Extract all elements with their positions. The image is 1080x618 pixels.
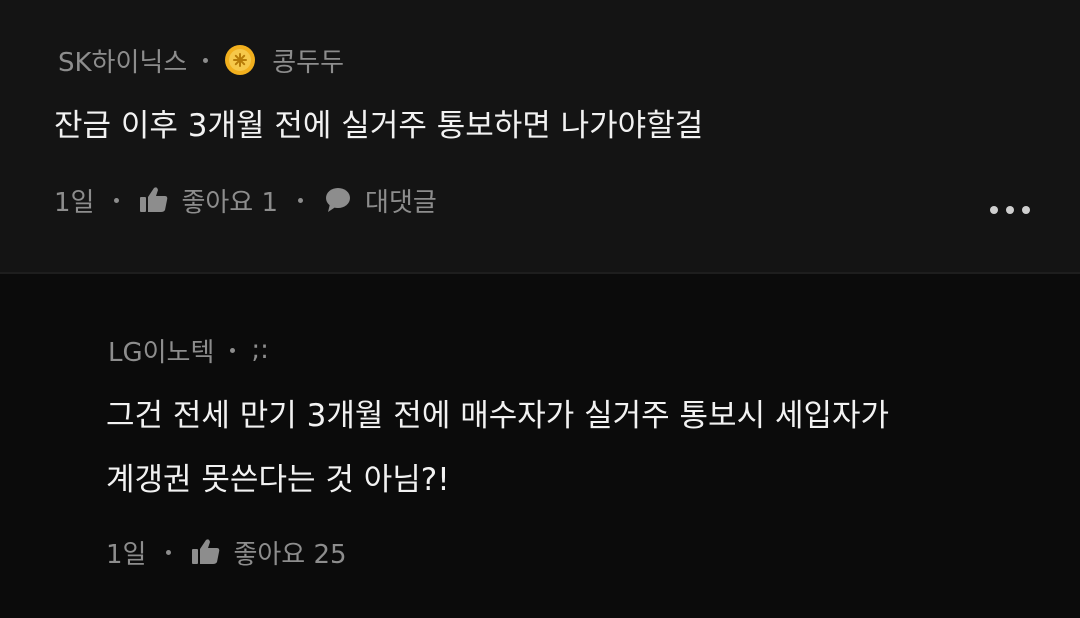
reply-body-line-1: 그건 전세 만기 3개월 전에 매수자가 실거주 통보시 세입자가 [106,398,890,434]
like-count[interactable]: 좋아요 25 [233,534,346,571]
company-name: SK하이닉스 [58,47,188,78]
reply-body-line-2: 계갱권 못쓴다는 것 아님?! [106,462,450,498]
separator-dot [298,197,304,203]
reply-icon[interactable] [323,186,353,214]
separator-dot [114,197,120,203]
comment-card: SK하이닉스 콩두두 잔금 이후 3개월 전에 실거주 통보하면 나가야할걸 1… [0,0,1080,272]
reply-actions: 1일 좋아요 25 [106,534,347,570]
like-icon[interactable] [139,186,169,214]
gold-badge-icon [225,45,256,75]
author-name[interactable]: 콩두두 [272,42,344,79]
separator-dot [166,549,172,555]
comment-body: 잔금 이후 3개월 전에 실거주 통보하면 나가야할걸 [54,108,704,144]
more-dot [990,206,998,214]
reply-button[interactable]: 대댓글 [365,182,437,219]
reply-meta: LG이노텍 ;: [108,332,269,368]
comment-thread: SK하이닉스 콩두두 잔금 이후 3개월 전에 실거주 통보하면 나가야할걸 1… [0,0,1080,618]
company-name: LG이노텍 [108,337,215,368]
like-icon[interactable] [191,538,221,566]
separator-dot [230,347,236,353]
author-name[interactable]: ;: [251,335,269,365]
reply-time: 1일 [106,539,147,570]
more-dot [1022,206,1030,214]
comment-meta: SK하이닉스 콩두두 [58,42,344,78]
comment-time: 1일 [54,187,95,218]
more-dot [1006,206,1014,214]
reply-card: LG이노텍 ;: 그건 전세 만기 3개월 전에 매수자가 실거주 통보시 세입… [0,274,1080,618]
separator-dot [203,57,209,63]
more-options-icon[interactable] [990,206,1030,214]
like-count[interactable]: 좋아요 1 [181,182,278,219]
comment-actions: 1일 좋아요 1 대댓글 [54,182,437,218]
